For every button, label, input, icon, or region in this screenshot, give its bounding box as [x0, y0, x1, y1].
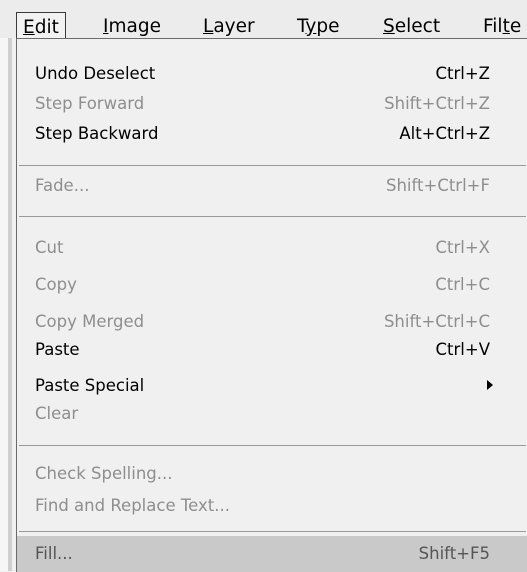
menu-item-label: Paste — [35, 340, 80, 359]
menu-item-cut[interactable]: Cut Ctrl+X — [17, 234, 527, 262]
menu-item-fill[interactable]: Fill... Shift+F5 — [17, 536, 527, 572]
menu-item-paste[interactable]: Paste Ctrl+V — [17, 336, 527, 364]
menu-item-label: Fade... — [35, 176, 90, 195]
menu-layer[interactable]: Layer — [203, 15, 255, 39]
menu-shadow — [8, 38, 12, 571]
menu-type[interactable]: Type — [297, 15, 340, 39]
menu-item-shortcut: Shift+Ctrl+C — [383, 312, 490, 331]
menu-separator — [19, 531, 526, 532]
menu-item-step-forward[interactable]: Step Forward Shift+Ctrl+Z — [17, 90, 527, 118]
menu-item-copy-merged[interactable]: Copy Merged Shift+Ctrl+C — [17, 308, 527, 336]
menu-item-shortcut: Alt+Ctrl+Z — [399, 124, 490, 143]
menu-item-label: Step Forward — [35, 94, 145, 113]
menu-filter[interactable]: Filte — [483, 15, 521, 39]
menu-separator — [19, 445, 526, 446]
menu-item-label: Cut — [35, 238, 64, 257]
menu-item-undo-deselect[interactable]: Undo Deselect Ctrl+Z — [17, 60, 527, 88]
menu-item-copy[interactable]: Copy Ctrl+C — [17, 271, 527, 299]
menu-item-shortcut: Shift+F5 — [418, 544, 490, 563]
menu-item-label: Copy — [35, 275, 77, 294]
menu-item-label: Undo Deselect — [35, 64, 156, 83]
menu-item-shortcut: Ctrl+V — [435, 340, 490, 359]
menu-item-fade[interactable]: Fade... Shift+Ctrl+F — [17, 172, 527, 200]
menu-item-find-replace-text[interactable]: Find and Replace Text... — [17, 492, 527, 520]
menu-item-paste-special[interactable]: Paste Special — [17, 372, 527, 400]
menu-item-label: Clear — [35, 404, 79, 423]
menu-select[interactable]: Select — [383, 15, 440, 39]
menu-item-label: Step Backward — [35, 124, 159, 143]
menu-item-label: Find and Replace Text... — [35, 496, 230, 515]
submenu-arrow-icon — [487, 380, 493, 390]
menu-item-check-spelling[interactable]: Check Spelling... — [17, 460, 527, 488]
menu-item-label: Fill... — [35, 544, 73, 563]
menu-item-clear[interactable]: Clear — [17, 400, 527, 428]
menu-item-label: Copy Merged — [35, 312, 145, 331]
menu-item-shortcut: Shift+Ctrl+F — [385, 176, 490, 195]
menu-separator — [19, 165, 526, 166]
menu-item-label: Paste Special — [35, 376, 145, 395]
menu-bar: Edit Image Layer Type Select Filte — [0, 0, 527, 40]
menu-item-shortcut: Ctrl+X — [435, 238, 491, 257]
menu-item-shortcut: Shift+Ctrl+Z — [384, 94, 490, 113]
edit-dropdown-menu: Undo Deselect Ctrl+Z Step Forward Shift+… — [16, 38, 527, 572]
menu-edit[interactable]: Edit — [16, 12, 66, 40]
menu-item-label: Check Spelling... — [35, 464, 173, 483]
menu-image[interactable]: Image — [103, 15, 161, 39]
menu-item-shortcut: Ctrl+Z — [435, 64, 491, 83]
menu-item-step-backward[interactable]: Step Backward Alt+Ctrl+Z — [17, 120, 527, 148]
menu-separator — [19, 216, 526, 217]
menu-item-shortcut: Ctrl+C — [435, 275, 490, 294]
